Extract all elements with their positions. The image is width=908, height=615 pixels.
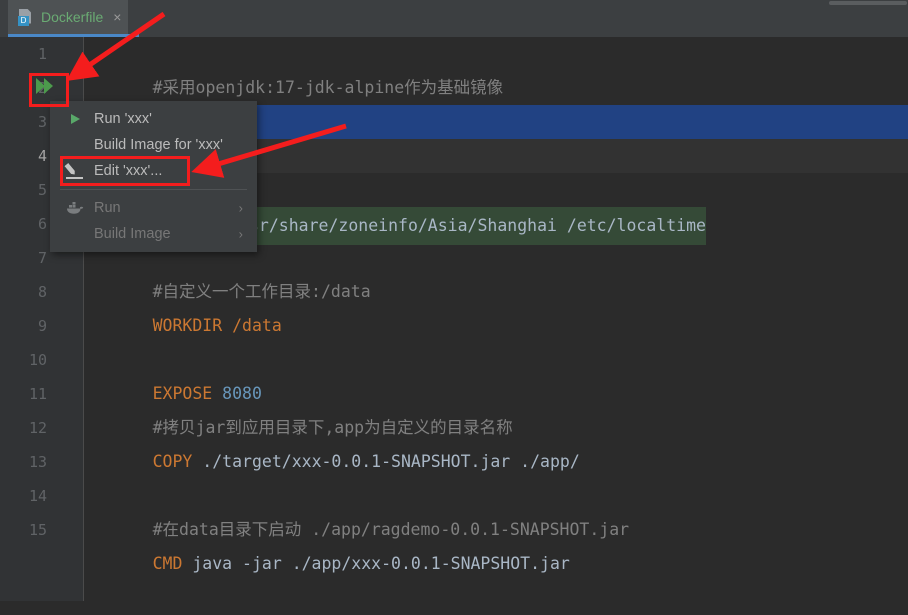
horizontal-scrollbar-thumb[interactable] bbox=[829, 1, 907, 5]
line-number-4: 4 bbox=[37, 147, 47, 165]
code-line-2[interactable]: FROM openjdk:17-jdk-alpine bbox=[84, 71, 908, 131]
code-line-10[interactable]: EXPOSE 8080 bbox=[84, 343, 908, 403]
line-number-6: 6 bbox=[37, 215, 47, 233]
line-number-8: 8 bbox=[37, 283, 47, 301]
line-number-12: 12 bbox=[28, 419, 47, 437]
tab-dockerfile[interactable]: D Dockerfile × bbox=[8, 0, 129, 34]
chevron-right-icon: › bbox=[238, 200, 243, 216]
line-number-1: 1 bbox=[37, 45, 47, 63]
code-line-15-keyword: CMD bbox=[152, 554, 183, 573]
code-line-8[interactable]: WORKDIR /data bbox=[84, 275, 908, 335]
close-icon[interactable]: × bbox=[113, 10, 121, 24]
green-play-icon bbox=[66, 110, 84, 128]
menu-item-run-xxx-label: Run 'xxx' bbox=[94, 111, 152, 127]
code-line-15[interactable]: CMD java -jar ./app/xxx-0.0.1-SNAPSHOT.j… bbox=[84, 513, 908, 573]
menu-item-build-image-submenu-label: Build Image bbox=[94, 226, 171, 242]
annotation-box-edit-menu-item bbox=[60, 156, 190, 186]
line-number-14: 14 bbox=[28, 487, 47, 505]
menu-item-run-xxx[interactable]: Run 'xxx' bbox=[50, 106, 257, 132]
line-number-13: 13 bbox=[28, 453, 47, 471]
menu-item-build-image-for-xxx-label: Build Image for 'xxx' bbox=[94, 137, 223, 153]
code-line-9[interactable] bbox=[84, 309, 908, 343]
dockerfile-icon: D bbox=[18, 8, 34, 26]
tab-label: Dockerfile bbox=[41, 9, 104, 25]
code-line-15-rest: java -jar ./app/xxx-0.0.1-SNAPSHOT.jar bbox=[182, 554, 570, 573]
code-line-11[interactable]: #拷贝jar到应用目录下,app为自定义的目录名称 bbox=[84, 377, 908, 437]
menu-item-run-submenu-label: Run bbox=[94, 200, 121, 216]
line-number-15: 15 bbox=[28, 521, 47, 539]
menu-separator bbox=[60, 189, 247, 190]
menu-item-run-submenu[interactable]: Run › bbox=[50, 195, 257, 221]
docker-whale-icon bbox=[66, 199, 84, 217]
line-number-7: 7 bbox=[37, 249, 47, 267]
line-number-10: 10 bbox=[28, 351, 47, 369]
editor-tab-bar: D Dockerfile × bbox=[0, 0, 908, 38]
menu-item-build-image-submenu[interactable]: Build Image › bbox=[50, 221, 257, 247]
code-line-14[interactable]: #在data目录下启动 ./app/ragdemo-0.0.1-SNAPSHOT… bbox=[84, 479, 908, 539]
code-line-13[interactable] bbox=[84, 445, 908, 479]
line-number-11: 11 bbox=[28, 385, 47, 403]
chevron-right-icon: › bbox=[238, 226, 243, 242]
code-line-1[interactable]: #采用openjdk:17-jdk-alpine作为基础镜像 bbox=[84, 37, 908, 97]
line-number-3: 3 bbox=[37, 113, 47, 131]
line-number-5: 5 bbox=[37, 181, 47, 199]
line-number-9: 9 bbox=[37, 317, 47, 335]
dockerfile-icon-badge: D bbox=[18, 15, 29, 26]
annotation-box-run-gutter-icon bbox=[29, 73, 69, 107]
menu-item-build-image-for-xxx[interactable]: Build Image for 'xxx' bbox=[50, 132, 257, 158]
code-line-12[interactable]: COPY ./target/xxx-0.0.1-SNAPSHOT.jar ./a… bbox=[84, 411, 908, 471]
